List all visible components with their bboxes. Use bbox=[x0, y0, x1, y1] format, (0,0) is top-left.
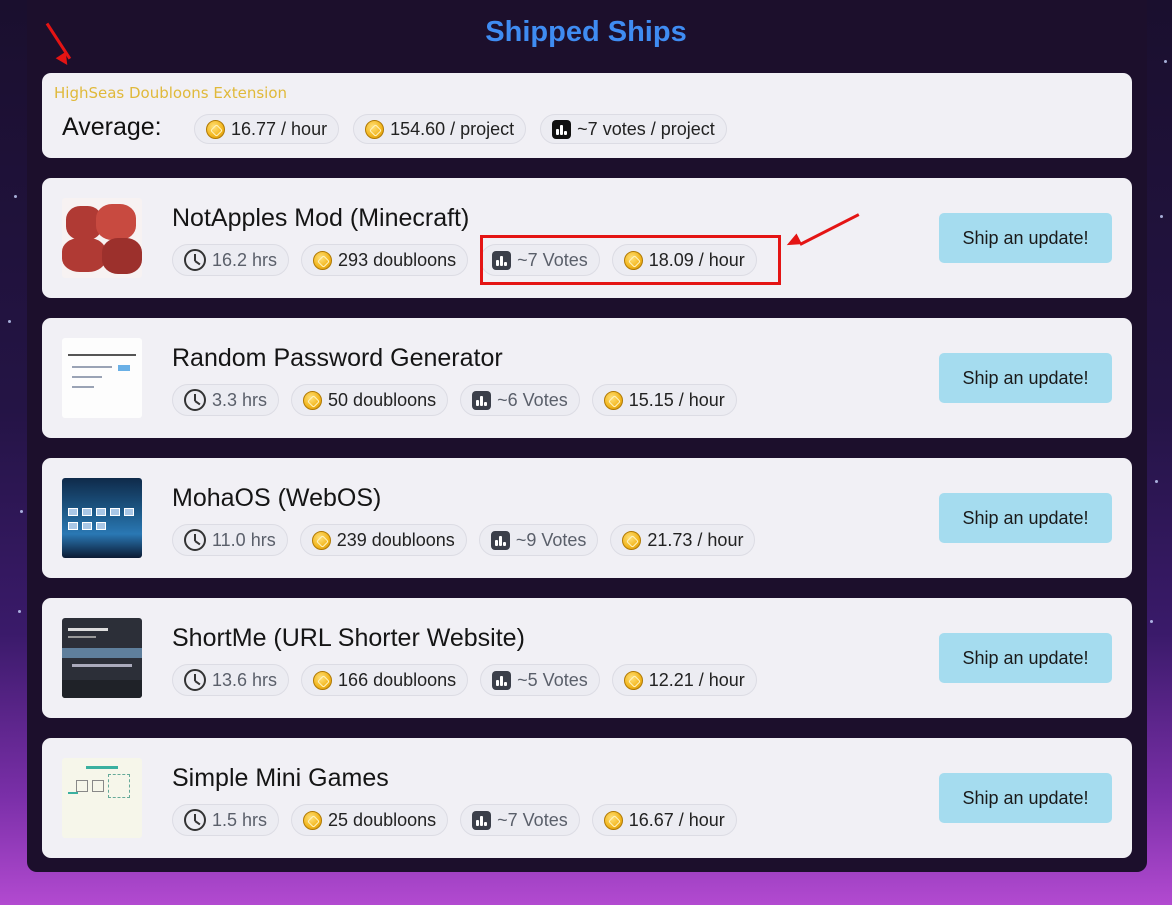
ship-hours: 11.0 hrs bbox=[172, 524, 288, 556]
ship-update-button[interactable]: Ship an update! bbox=[939, 213, 1112, 263]
ship-doubloons-value: 239 doubloons bbox=[336, 529, 455, 550]
ship-thumbnail[interactable] bbox=[62, 618, 142, 698]
extension-label: HighSeas Doubloons Extension bbox=[54, 84, 288, 102]
ship-hours: 3.3 hrs bbox=[172, 384, 280, 416]
ship-thumbnail[interactable] bbox=[62, 338, 142, 418]
doubloon-coin-icon bbox=[303, 390, 323, 410]
doubloon-coin-icon bbox=[623, 670, 643, 690]
ship-title: NotApples Mod (Minecraft) bbox=[172, 204, 470, 232]
ship-doubloons-value: 50 doubloons bbox=[328, 389, 437, 410]
ship-rate: 16.67 / hour bbox=[591, 804, 737, 836]
ship-rate-value: 12.21 / hour bbox=[648, 669, 745, 690]
doubloon-coin-icon bbox=[603, 390, 623, 410]
annotation-highlight-box bbox=[480, 235, 781, 285]
average-votes-value: ~7 votes / project bbox=[577, 118, 715, 139]
doubloon-coin-icon bbox=[311, 530, 331, 550]
ship-update-button[interactable]: Ship an update! bbox=[939, 773, 1112, 823]
ship-doubloons: 25 doubloons bbox=[291, 804, 449, 836]
clock-icon bbox=[184, 249, 206, 271]
average-per-hour-value: 16.77 / hour bbox=[231, 118, 328, 139]
ship-card: ShortMe (URL Shorter Website) 13.6 hrs 1… bbox=[42, 598, 1132, 718]
ship-votes: ~9 Votes bbox=[478, 524, 599, 556]
ship-doubloons: 293 doubloons bbox=[301, 244, 469, 276]
ship-votes: ~5 Votes bbox=[480, 664, 600, 696]
doubloon-coin-icon bbox=[313, 670, 333, 690]
ship-hours: 1.5 hrs bbox=[172, 804, 280, 836]
doubloon-coin-icon bbox=[603, 810, 623, 830]
ship-rate-value: 16.67 / hour bbox=[628, 809, 725, 830]
ship-rate-value: 15.15 / hour bbox=[628, 389, 725, 410]
bar-chart-icon bbox=[492, 670, 512, 690]
doubloon-coin-icon bbox=[365, 119, 385, 139]
bar-chart-icon bbox=[472, 390, 492, 410]
page-title: Shipped Ships bbox=[485, 16, 687, 48]
ship-rate: 12.21 / hour bbox=[611, 664, 757, 696]
clock-icon bbox=[184, 389, 206, 411]
average-per-project-value: 154.60 / project bbox=[390, 118, 515, 139]
bar-chart-icon bbox=[472, 810, 492, 830]
average-label: Average: bbox=[62, 113, 162, 141]
bar-chart-icon bbox=[490, 530, 510, 550]
ship-hours-value: 16.2 hrs bbox=[212, 249, 278, 270]
ship-card: Simple Mini Games 1.5 hrs 25 doubloons ~… bbox=[42, 738, 1132, 858]
ship-doubloons-value: 293 doubloons bbox=[338, 249, 457, 270]
ship-thumbnail[interactable] bbox=[62, 758, 142, 838]
doubloon-coin-icon bbox=[313, 250, 333, 270]
ship-title: Random Password Generator bbox=[172, 344, 503, 372]
ship-card: MohaOS (WebOS) 11.0 hrs 239 doubloons ~9… bbox=[42, 458, 1132, 578]
clock-icon bbox=[184, 809, 206, 831]
ship-doubloons: 239 doubloons bbox=[299, 524, 467, 556]
clock-icon bbox=[184, 529, 206, 551]
extension-average-card: HighSeas Doubloons Extension Average: 16… bbox=[42, 73, 1132, 158]
ship-hours-value: 13.6 hrs bbox=[212, 669, 278, 690]
ship-update-button[interactable]: Ship an update! bbox=[939, 493, 1112, 543]
ship-title: ShortMe (URL Shorter Website) bbox=[172, 624, 525, 652]
ship-thumbnail[interactable] bbox=[62, 198, 142, 278]
ship-doubloons-value: 166 doubloons bbox=[338, 669, 457, 690]
ship-rate: 21.73 / hour bbox=[610, 524, 756, 556]
doubloon-coin-icon bbox=[622, 530, 642, 550]
ship-rate: 15.15 / hour bbox=[591, 384, 737, 416]
ship-title: Simple Mini Games bbox=[172, 764, 389, 792]
ship-votes-value: ~7 Votes bbox=[497, 809, 568, 830]
ship-votes: ~6 Votes bbox=[460, 384, 580, 416]
ship-update-button[interactable]: Ship an update! bbox=[939, 353, 1112, 403]
ship-hours: 13.6 hrs bbox=[172, 664, 290, 696]
ship-rate-value: 21.73 / hour bbox=[647, 529, 744, 550]
ship-votes: ~7 Votes bbox=[460, 804, 580, 836]
doubloon-coin-icon bbox=[206, 119, 225, 139]
average-per-hour: 16.77 / hour bbox=[194, 114, 340, 144]
ship-doubloons-value: 25 doubloons bbox=[328, 809, 437, 830]
average-votes: ~7 votes / project bbox=[540, 114, 727, 144]
ship-hours: 16.2 hrs bbox=[172, 244, 290, 276]
ship-doubloons: 50 doubloons bbox=[291, 384, 449, 416]
doubloon-coin-icon bbox=[303, 810, 323, 830]
ship-doubloons: 166 doubloons bbox=[301, 664, 469, 696]
ship-hours-value: 11.0 hrs bbox=[212, 529, 276, 550]
ship-card: Random Password Generator 3.3 hrs 50 dou… bbox=[42, 318, 1132, 438]
average-per-project: 154.60 / project bbox=[353, 114, 527, 144]
ship-votes-value: ~6 Votes bbox=[497, 389, 568, 410]
ship-hours-value: 1.5 hrs bbox=[212, 809, 268, 830]
ship-hours-value: 3.3 hrs bbox=[212, 389, 268, 410]
ship-votes-value: ~9 Votes bbox=[515, 529, 587, 550]
clock-icon bbox=[184, 669, 206, 691]
ship-thumbnail[interactable] bbox=[62, 478, 142, 558]
ship-votes-value: ~5 Votes bbox=[517, 669, 588, 690]
bar-chart-icon bbox=[552, 119, 572, 139]
ship-title: MohaOS (WebOS) bbox=[172, 484, 382, 512]
ship-update-button[interactable]: Ship an update! bbox=[939, 633, 1112, 683]
